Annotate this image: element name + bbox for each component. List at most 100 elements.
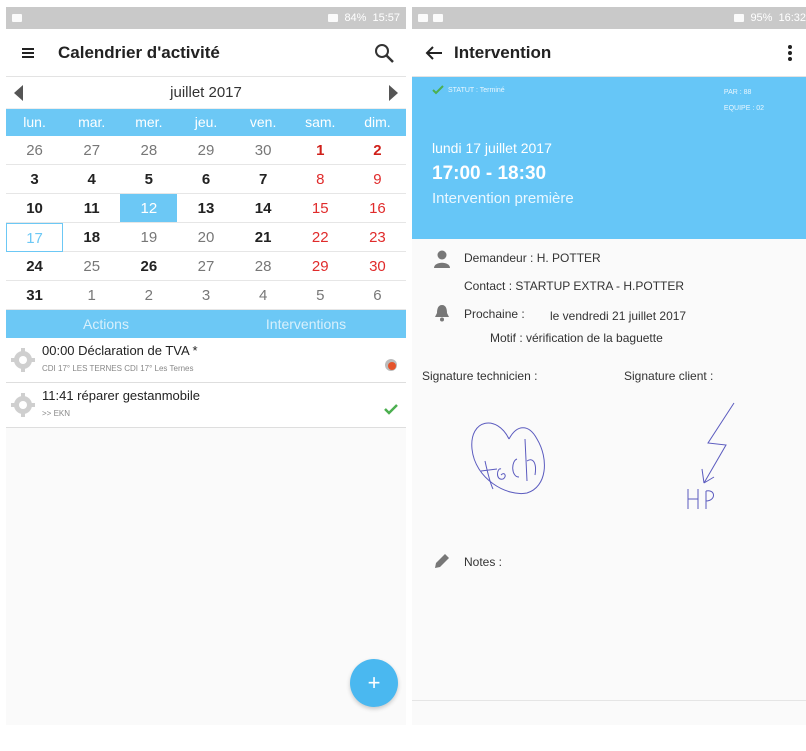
calendar-day[interactable]: 29 [291, 252, 349, 281]
weekday-label: mer. [135, 114, 163, 130]
calendar-day[interactable]: 9 [348, 165, 406, 194]
intervention-header: STATUT : Terminé PAR : 88 EQUIPE : 02 lu… [412, 77, 806, 239]
calendar-day[interactable]: 7 [234, 165, 292, 194]
calendar-day[interactable]: 28 [234, 252, 292, 281]
calendar-day[interactable]: 29 [177, 136, 235, 165]
status-bar: 84% 15:57 [6, 7, 406, 29]
calendar-day[interactable]: 23 [348, 223, 406, 252]
motif-label: Motif : vérification de la baguette [490, 331, 663, 345]
par-label: PAR : 88 [723, 89, 752, 96]
calendar-day[interactable]: 2 [348, 136, 406, 165]
next-month-icon[interactable] [389, 84, 398, 101]
notification-icon [418, 14, 428, 22]
prev-month-icon[interactable] [14, 84, 23, 101]
calendar-day[interactable]: 1 [63, 281, 121, 310]
list-item[interactable]: 00:00 Déclaration de TVA * CDI 17° LES T… [6, 338, 406, 383]
app-bar: Intervention [412, 29, 806, 77]
calendar-day[interactable]: 4 [63, 165, 121, 194]
item-subtitle: CDI 17° LES TERNES CDI 17° Les Ternes [42, 364, 194, 373]
battery-level: 95% [750, 12, 773, 24]
bell-icon [435, 305, 449, 322]
intervention-details: Demandeur : H. POTTER Contact : STARTUP … [412, 239, 806, 569]
item-title: 11:41 réparer gestanmobile [42, 388, 201, 403]
calendar-day[interactable]: 30 [348, 252, 406, 281]
menu-icon[interactable] [16, 41, 40, 65]
gear-icon [11, 348, 35, 372]
calendar-day[interactable]: 25 [63, 252, 121, 281]
calendar-day[interactable]: 19 [120, 223, 178, 252]
calendar-day[interactable]: 3 [177, 281, 235, 310]
calendar-day[interactable]: 13 [177, 194, 235, 223]
weekday-header: lun. mar. mer. jeu. ven. sam. dim. [6, 109, 406, 136]
status-text: STATUT : Terminé [448, 86, 505, 94]
status-bar: 95% 16:32 [412, 7, 806, 29]
calendar-day[interactable]: 27 [177, 252, 235, 281]
calendar-day[interactable]: 18 [63, 223, 121, 252]
prochaine-value: le vendredi 21 juillet 2017 [550, 309, 687, 323]
weekday-label: dim. [364, 114, 391, 130]
weekday-label: mar. [78, 114, 106, 130]
calendar-day[interactable]: 3 [6, 165, 64, 194]
weekday-label: jeu. [194, 114, 218, 130]
calendar-day[interactable]: 24 [6, 252, 64, 281]
weekday-label: lun. [23, 114, 46, 130]
month-label: juillet 2017 [170, 84, 242, 101]
calendar-day[interactable]: 4 [234, 281, 292, 310]
search-icon[interactable] [372, 41, 396, 65]
divider [412, 700, 806, 701]
calendar-day[interactable]: 11 [63, 194, 121, 223]
weekday-label: sam. [305, 114, 336, 130]
demandeur-label: Demandeur : H. POTTER [464, 251, 601, 265]
client-signature [687, 402, 735, 509]
intervention-time: 17:00 - 18:30 [432, 163, 547, 184]
calendar-day[interactable]: 5 [120, 165, 178, 194]
add-button[interactable]: + [350, 659, 398, 707]
technician-signature [471, 422, 545, 495]
activity-list: 00:00 Déclaration de TVA * CDI 17° LES T… [6, 338, 406, 428]
calendar-day[interactable]: 6 [348, 281, 406, 310]
notes-label: Notes : [464, 555, 503, 569]
calendar-day[interactable]: 22 [291, 223, 349, 252]
calendar-grid: 26 27 28 29 30 1 2 3 4 5 6 7 8 9 10 11 12 13 14 15 16 17 18 19 2… [6, 136, 406, 310]
calendar-day[interactable]: 20 [177, 223, 235, 252]
segment-tabs: Actions Interventions [6, 310, 406, 338]
overflow-menu-icon[interactable] [778, 41, 802, 65]
intervention-date: lundi 17 juillet 2017 [432, 140, 552, 156]
calendar-day[interactable]: 10 [6, 194, 64, 223]
calendar-day[interactable]: 21 [234, 223, 292, 252]
calendar-day[interactable]: 26 [6, 136, 64, 165]
clock: 16:32 [778, 12, 806, 24]
item-title: 00:00 Déclaration de TVA * [42, 343, 198, 358]
tab-interventions[interactable]: Interventions [206, 310, 406, 338]
calendar-day[interactable]: 2 [120, 281, 178, 310]
signature-client-label: Signature client : [624, 369, 714, 383]
calendar-day[interactable]: 5 [291, 281, 349, 310]
calendar-day[interactable]: 14 [234, 194, 292, 223]
calendar-day[interactable]: 6 [177, 165, 235, 194]
back-arrow-icon[interactable] [422, 41, 446, 65]
calendar-day[interactable]: 17 [6, 223, 64, 252]
item-subtitle: >> EKN [42, 409, 71, 418]
calendar-day[interactable]: 27 [63, 136, 121, 165]
tab-actions[interactable]: Actions [6, 310, 206, 338]
calendar-day[interactable]: 1 [291, 136, 349, 165]
calendar-day[interactable]: 15 [291, 194, 349, 223]
calendar-day[interactable]: 26 [120, 252, 178, 281]
calendar-day[interactable]: 31 [6, 281, 64, 310]
calendar-day[interactable]: 12 [120, 194, 178, 223]
app-bar: Calendrier d'activité [6, 29, 406, 77]
weekday-label: ven. [249, 114, 277, 130]
calendar-day[interactable]: 8 [291, 165, 349, 194]
calendar-day[interactable]: 16 [348, 194, 406, 223]
shield-icon [433, 14, 443, 22]
pencil-icon [435, 554, 449, 568]
signal-icon [328, 14, 339, 22]
check-icon [432, 85, 444, 95]
page-title: Intervention [454, 42, 552, 62]
calendar-day[interactable]: 30 [234, 136, 292, 165]
equipe-label: EQUIPE : 02 [723, 105, 764, 112]
notification-icon [12, 14, 22, 22]
intervention-screen: 95% 16:32 Intervention STATUT : Terminé … [412, 7, 806, 725]
calendar-day[interactable]: 28 [120, 136, 178, 165]
list-item[interactable]: 11:41 réparer gestanmobile >> EKN [6, 383, 406, 428]
